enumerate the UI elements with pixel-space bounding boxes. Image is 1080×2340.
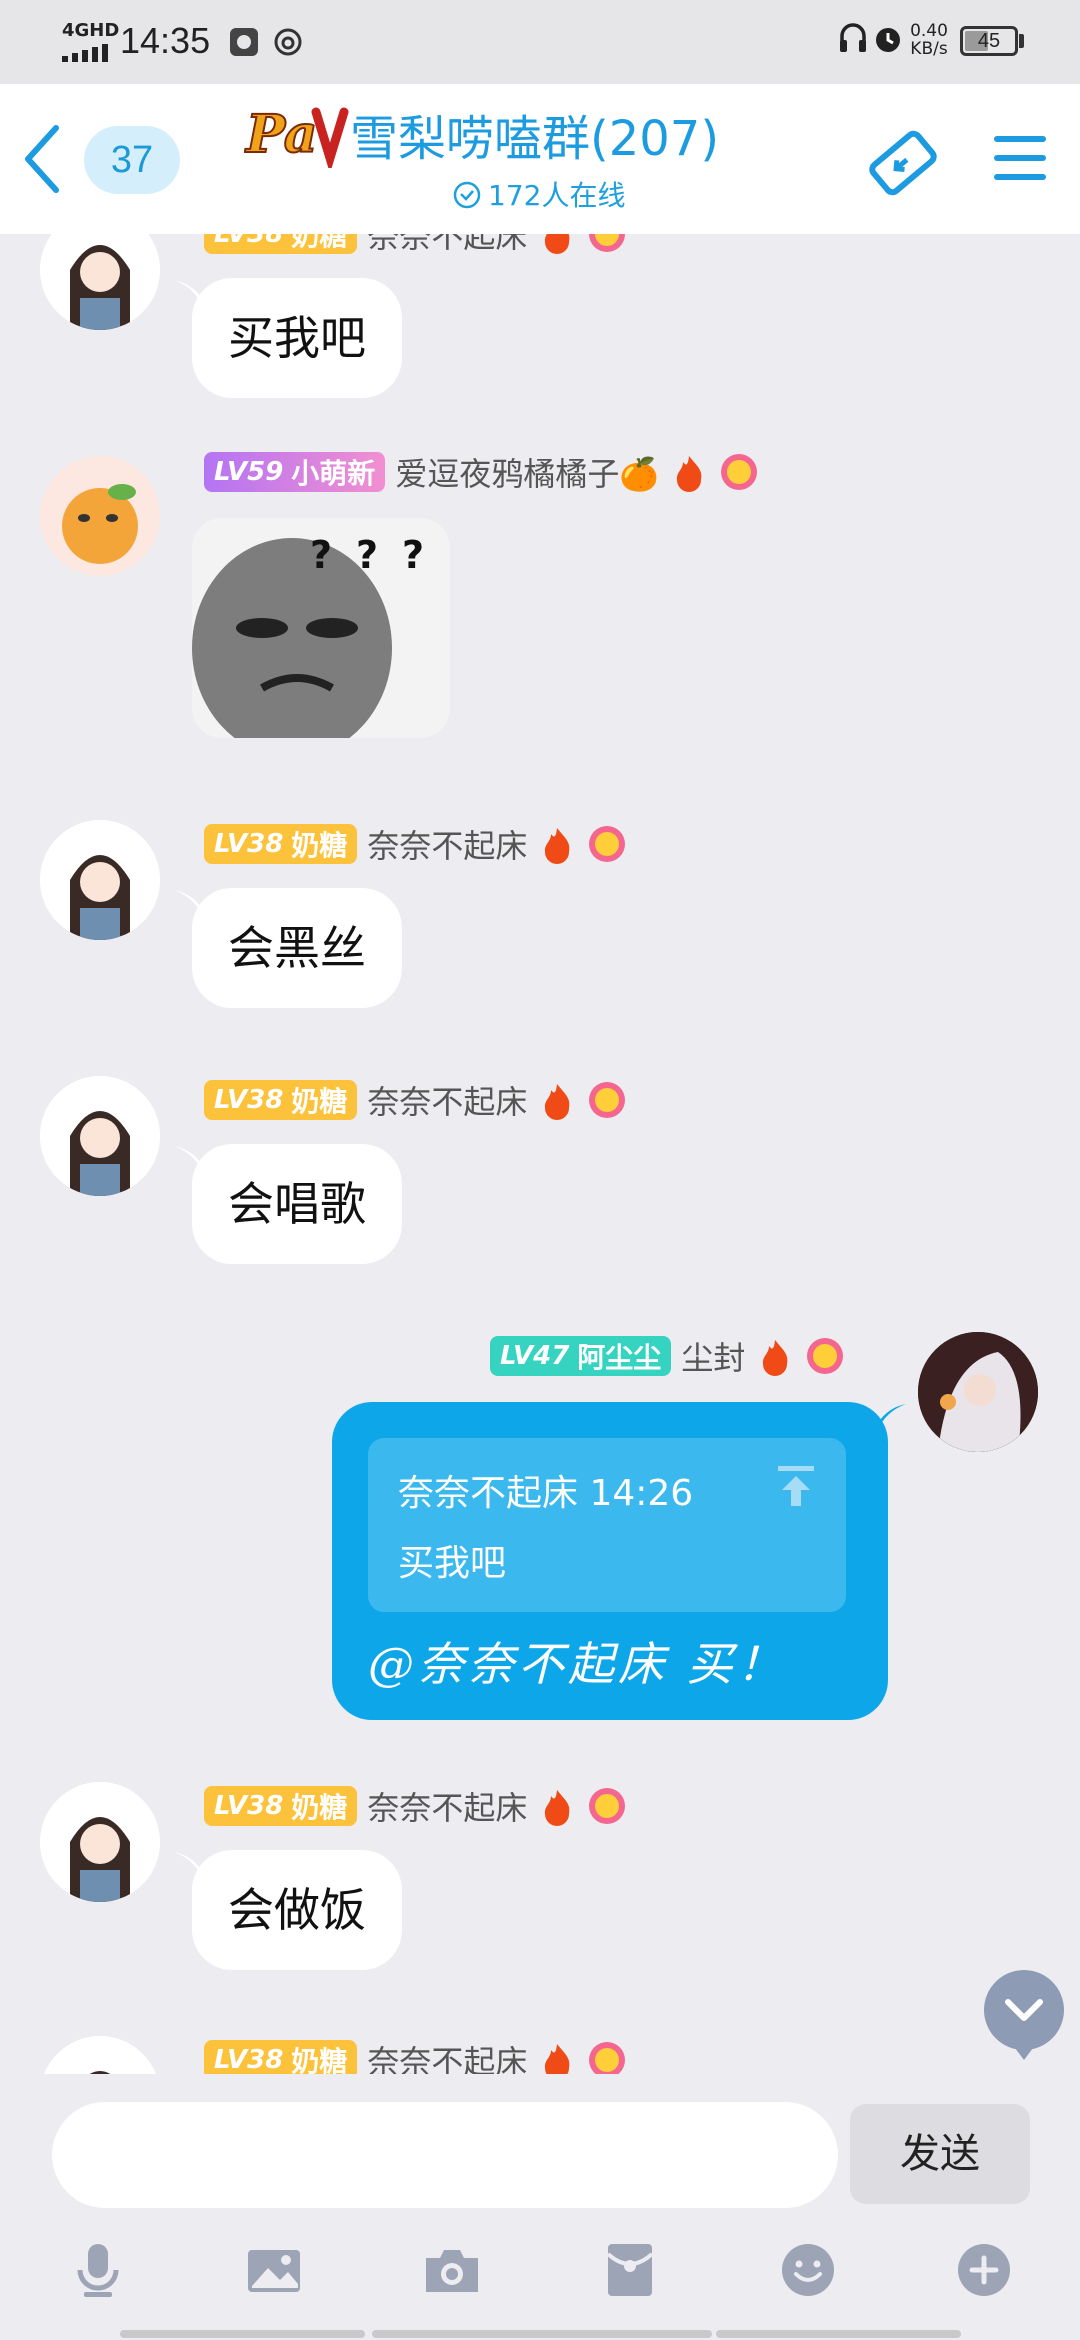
sender-name[interactable]: 奈奈不起床 xyxy=(367,234,527,257)
group-logo: Pa xyxy=(244,103,349,168)
sender-name[interactable]: 奈奈不起床 xyxy=(367,2037,527,2074)
sender-name[interactable]: 奈奈不起床 xyxy=(367,1077,527,1123)
smile-badge-icon xyxy=(589,826,626,862)
emoji-icon[interactable] xyxy=(778,2240,838,2300)
group-name[interactable]: 雪梨唠嗑群(207) xyxy=(350,110,719,168)
reply-bubble[interactable]: 奈奈不起床 14:26 买我吧 @奈奈不起床 买！ xyxy=(332,1402,888,1720)
gesture-bar xyxy=(372,2330,712,2338)
level-badge: LV38 奶糖 xyxy=(204,824,358,864)
level-badge: LV47 阿尘尘 xyxy=(490,1336,672,1376)
unread-count-badge[interactable]: 37 xyxy=(84,126,180,194)
sender-name[interactable]: 爱逗夜鸦橘橘子🍊 xyxy=(395,449,659,495)
smile-badge-icon xyxy=(589,1788,626,1824)
sender-meta: LV38 奶糖 奈奈不起床 xyxy=(204,1078,627,1122)
sender-meta: LV38 奶糖 奈奈不起床 xyxy=(204,234,627,256)
sender-meta: LV38 奶糖 奈奈不起床 xyxy=(204,2038,627,2074)
clock: 14:35 xyxy=(120,20,211,61)
message-input[interactable] xyxy=(52,2102,838,2208)
quoted-sender-time: 奈奈不起床 14:26 xyxy=(398,1473,694,1514)
avatar[interactable] xyxy=(40,1782,160,1902)
message-text: @奈奈不起床 买！ xyxy=(368,1637,787,1691)
level-badge: LV38 奶糖 xyxy=(204,1786,358,1826)
quoted-message[interactable]: 奈奈不起床 14:26 买我吧 xyxy=(368,1438,846,1612)
message-list[interactable]: LV38 奶糖 奈奈不起床 买我吧 LV59 小萌新 爱逗夜鸦橘橘子🍊 ? ? … xyxy=(0,234,1080,2074)
jump-to-message-icon[interactable] xyxy=(776,1464,816,1508)
sender-name[interactable]: 奈奈不起床 xyxy=(367,821,527,867)
smile-badge-icon xyxy=(589,1082,626,1118)
sender-meta: LV38 奶糖 奈奈不起床 xyxy=(204,822,627,866)
app-notification-icon xyxy=(230,28,258,56)
composer-bar: 发送 xyxy=(0,2074,1080,2340)
quoted-text: 买我吧 xyxy=(398,1543,507,1584)
status-bar: 4GHD 14:35 0.40 KB/s 45 xyxy=(0,0,1080,84)
sender-meta: LV38 奶糖 奈奈不起床 xyxy=(204,1784,627,1828)
avatar[interactable] xyxy=(40,2036,160,2074)
alarm-icon xyxy=(876,28,900,52)
plus-icon[interactable] xyxy=(954,2240,1014,2300)
battery-icon: 45 xyxy=(960,26,1018,56)
gesture-bar xyxy=(716,2330,961,2338)
sender-meta: LV59 小萌新 爱逗夜鸦橘橘子🍊 xyxy=(204,450,759,494)
svg-text:?: ? xyxy=(402,533,424,577)
network-type: 4GHD xyxy=(62,20,120,41)
smile-badge-icon xyxy=(589,2042,626,2074)
menu-icon[interactable] xyxy=(990,128,1050,188)
sticker-image[interactable]: ? ? ? xyxy=(192,518,450,738)
avatar[interactable] xyxy=(40,456,160,576)
avatar[interactable] xyxy=(40,820,160,940)
camera-icon[interactable] xyxy=(422,2240,482,2300)
netease-music-icon xyxy=(274,28,302,56)
avatar[interactable] xyxy=(40,1076,160,1196)
fire-badge-icon xyxy=(545,1790,570,1826)
back-arrow-icon[interactable] xyxy=(18,122,66,196)
smile-badge-icon xyxy=(721,454,758,490)
fire-badge-icon xyxy=(763,1340,788,1376)
ticket-icon[interactable] xyxy=(864,124,942,202)
fire-badge-icon xyxy=(545,234,570,254)
svg-text:?: ? xyxy=(310,533,332,577)
level-badge: LV38 奶糖 xyxy=(204,2040,358,2074)
svg-text:?: ? xyxy=(356,533,378,577)
sender-meta: LV47 阿尘尘 尘封 xyxy=(490,1334,845,1378)
signal-icon xyxy=(62,44,108,62)
red-packet-icon[interactable] xyxy=(600,2240,660,2300)
avatar[interactable] xyxy=(918,1332,1038,1452)
sender-name[interactable]: 尘封 xyxy=(681,1333,745,1379)
message-bubble[interactable]: 会黑丝 xyxy=(192,888,402,1008)
send-button[interactable]: 发送 xyxy=(850,2104,1030,2204)
level-badge: LV38 奶糖 xyxy=(204,1080,358,1120)
image-icon[interactable] xyxy=(244,2240,304,2300)
message-bubble[interactable]: 会唱歌 xyxy=(192,1144,402,1264)
headphones-icon xyxy=(840,23,866,52)
message-bubble[interactable]: 买我吧 xyxy=(192,278,402,398)
svg-text:Pa: Pa xyxy=(244,104,317,165)
network-speed: 0.40 KB/s xyxy=(910,21,948,59)
avatar[interactable] xyxy=(40,234,160,330)
smile-badge-icon xyxy=(589,234,626,252)
fire-badge-icon xyxy=(545,828,570,864)
microphone-icon[interactable] xyxy=(68,2240,128,2300)
fire-badge-icon xyxy=(545,1084,570,1120)
message-bubble[interactable]: 会做饭 xyxy=(192,1850,402,1970)
level-badge: LV59 小萌新 xyxy=(204,452,386,492)
check-circle-icon xyxy=(453,181,481,209)
smile-badge-icon xyxy=(807,1338,844,1374)
title-bar: 37 Pa 雪梨唠嗑群(207) 172人在线 xyxy=(0,84,1080,234)
scroll-to-bottom-button[interactable] xyxy=(968,1954,1080,2078)
sender-name[interactable]: 奈奈不起床 xyxy=(367,1783,527,1829)
fire-badge-icon xyxy=(677,456,702,492)
gesture-bar xyxy=(120,2330,365,2338)
online-count: 172人在线 xyxy=(488,179,626,212)
level-badge: LV38 奶糖 xyxy=(204,234,358,254)
fire-badge-icon xyxy=(545,2044,570,2074)
